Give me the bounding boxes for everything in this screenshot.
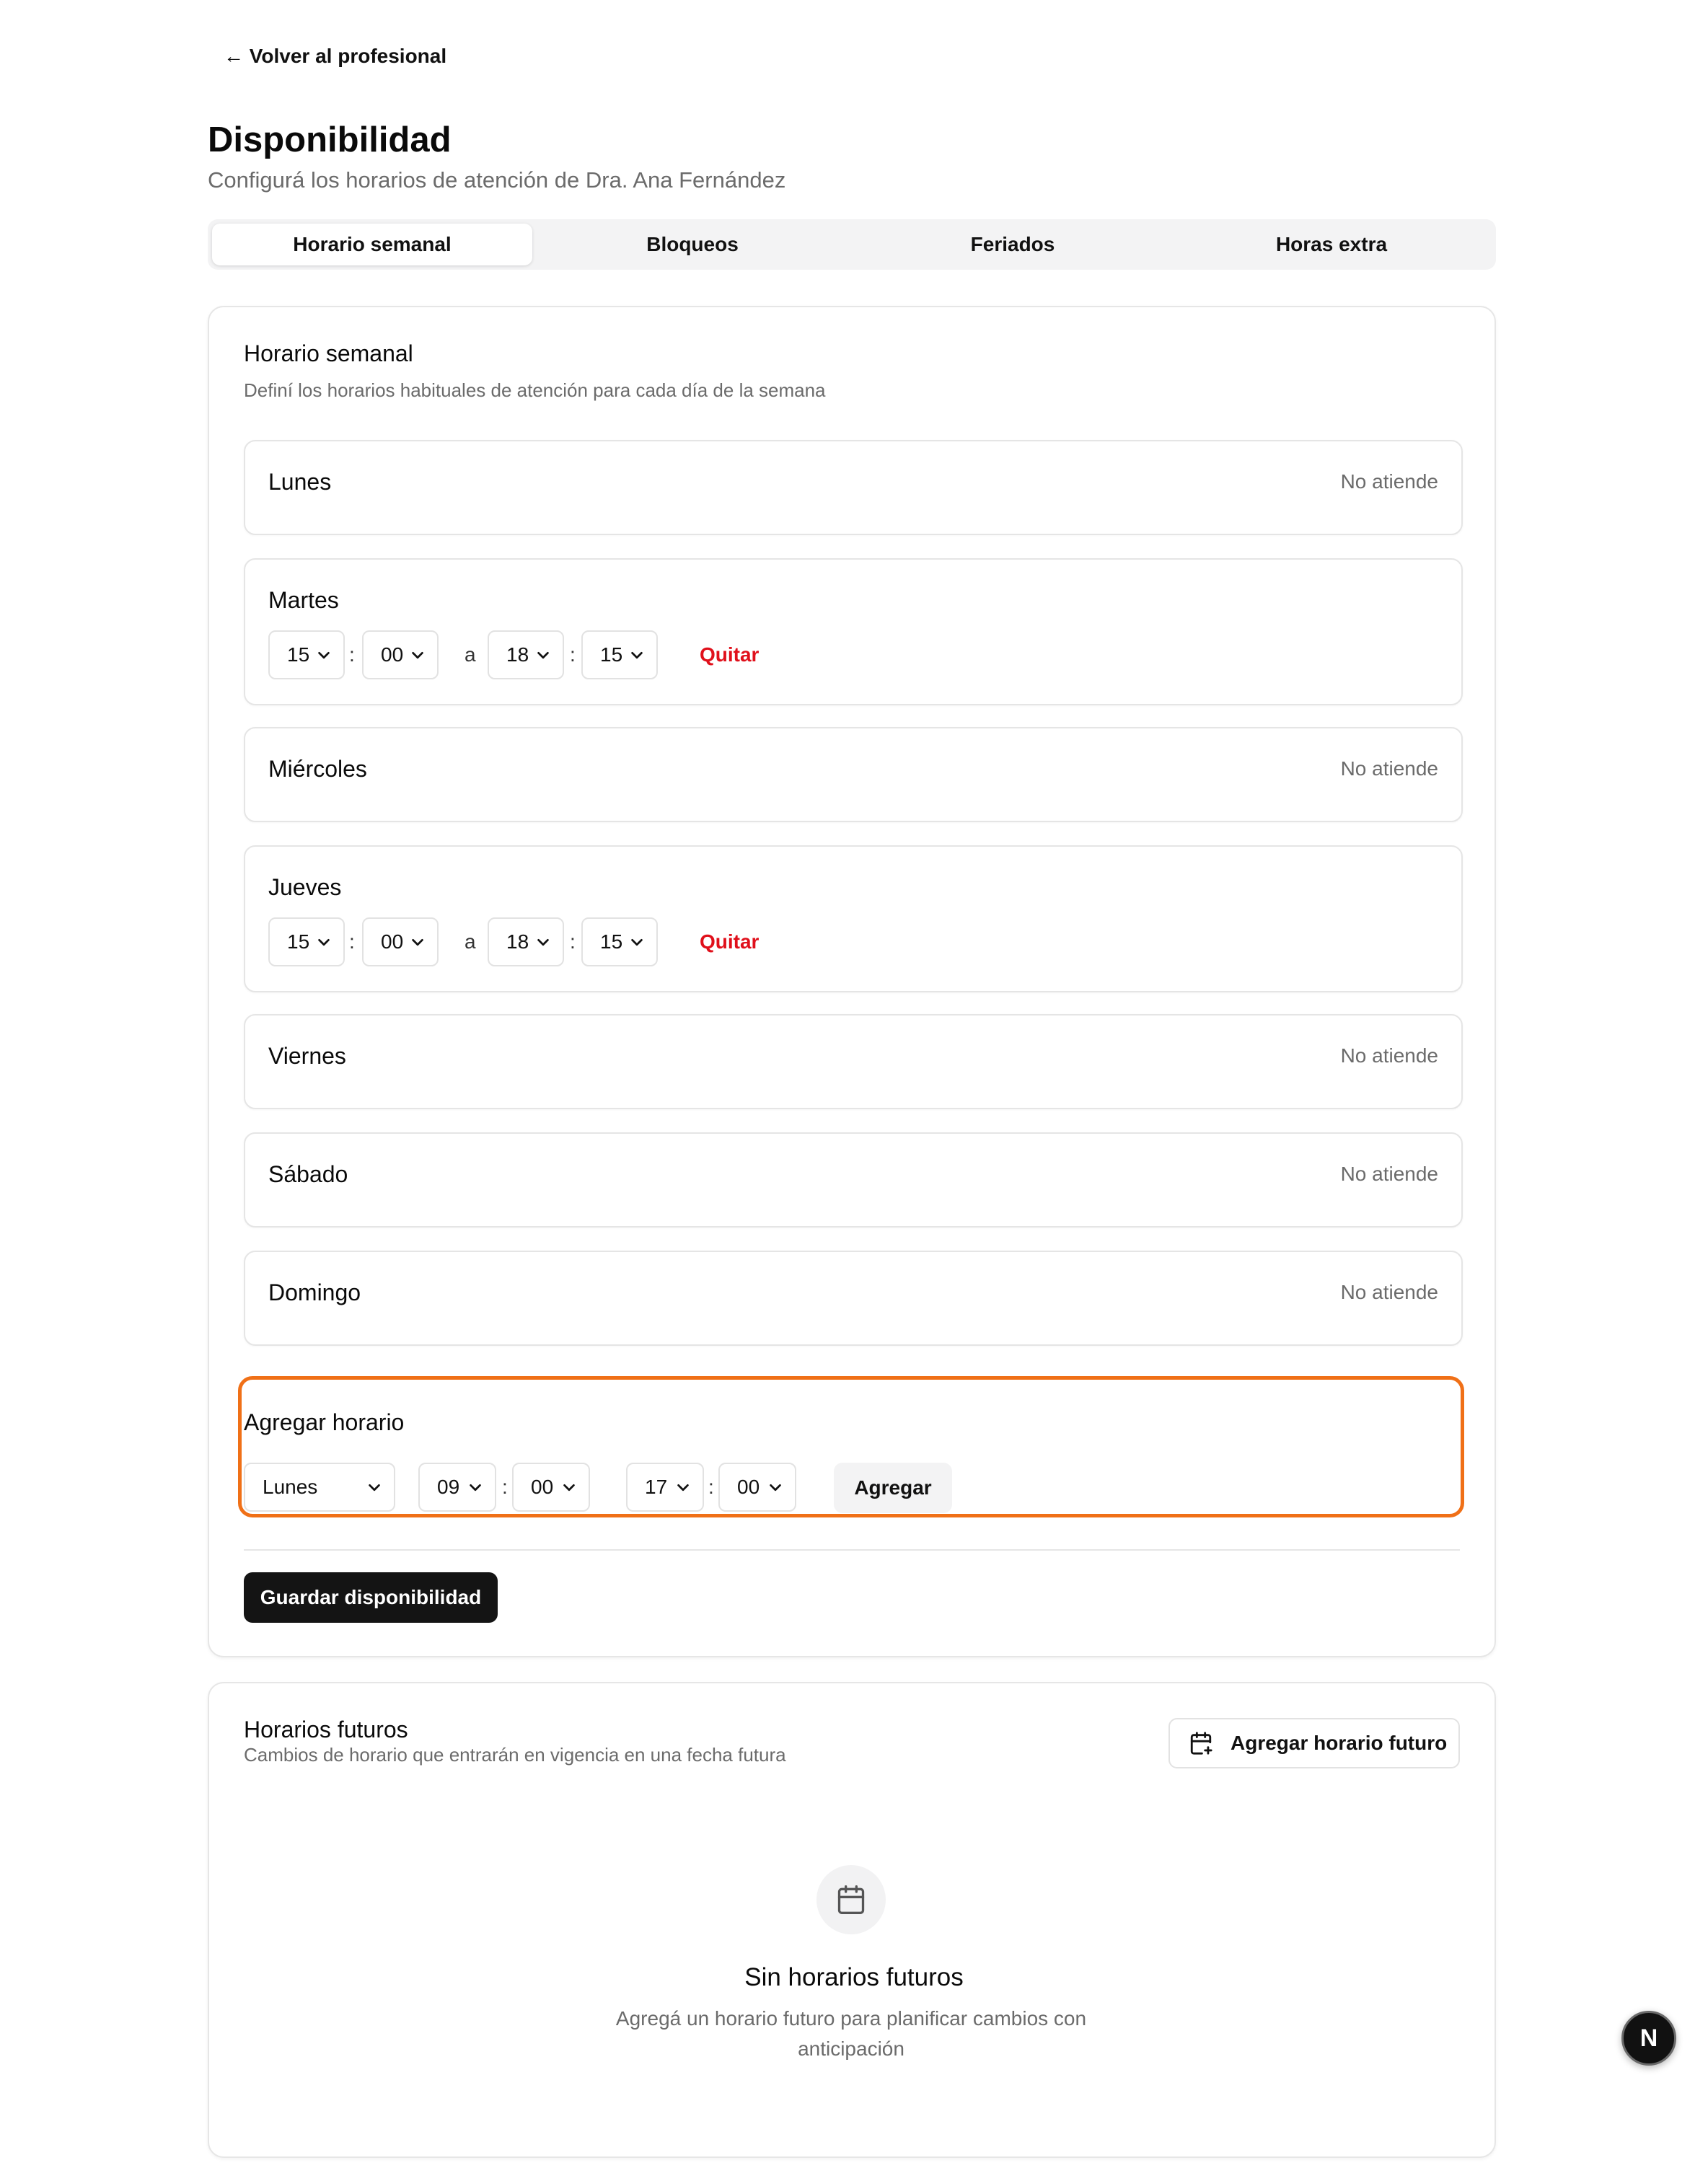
day-status: No atiende — [1340, 470, 1438, 493]
day-row-jueves: Jueves 15 : 00 a 18 : 15 Quitar — [244, 845, 1463, 992]
add-end-minute-select[interactable]: 00 — [718, 1463, 796, 1512]
chevron-down-icon — [563, 1484, 575, 1492]
start-minute-select[interactable]: 00 — [362, 630, 439, 679]
range-separator: a — [465, 643, 476, 666]
save-availability-button[interactable]: Guardar disponibilidad — [244, 1572, 498, 1623]
end-minute-select[interactable]: 15 — [581, 630, 658, 679]
page-title: Disponibilidad — [208, 120, 452, 159]
tab-feriados[interactable]: Feriados — [853, 224, 1173, 265]
day-row-martes: Martes 15 : 00 a 18 : 15 Quitar — [244, 558, 1463, 705]
day-name: Miércoles — [268, 756, 367, 782]
select-value: Lunes — [263, 1476, 318, 1498]
chevron-down-icon — [631, 651, 643, 659]
add-future-schedule-button[interactable]: Agregar horario futuro — [1168, 1718, 1460, 1768]
calendar-plus-icon — [1190, 1732, 1212, 1755]
day-row-lunes: Lunes No atiende — [244, 440, 1463, 535]
end-hour-select[interactable]: 18 — [488, 630, 564, 679]
tab-horas-extra[interactable]: Horas extra — [1171, 224, 1492, 265]
add-schedule-button[interactable]: Agregar — [834, 1463, 952, 1513]
day-row-miercoles: Miércoles No atiende — [244, 727, 1463, 822]
chevron-down-icon — [537, 651, 549, 659]
time-separator: : — [349, 930, 355, 953]
chevron-down-icon — [770, 1484, 781, 1492]
start-minute-select[interactable]: 00 — [362, 917, 439, 966]
end-minute-select[interactable]: 15 — [581, 917, 658, 966]
select-value: 15 — [600, 930, 623, 953]
chevron-down-icon — [537, 938, 549, 946]
add-end-hour-select[interactable]: 17 — [626, 1463, 704, 1512]
select-value: 00 — [737, 1476, 760, 1498]
day-name: Sábado — [268, 1161, 348, 1187]
chevron-down-icon — [369, 1484, 380, 1492]
chevron-down-icon — [318, 651, 330, 659]
select-value: 17 — [645, 1476, 668, 1498]
add-start-hour-select[interactable]: 09 — [418, 1463, 496, 1512]
select-value: 00 — [381, 643, 404, 666]
day-row-sabado: Sábado No atiende — [244, 1132, 1463, 1228]
tabs: Horario semanal Bloqueos Feriados Horas … — [208, 219, 1496, 270]
select-value: 15 — [287, 643, 310, 666]
empty-state-title: Sin horarios futuros — [744, 1963, 964, 1991]
select-value: 15 — [287, 930, 310, 953]
add-schedule-title: Agregar horario — [244, 1409, 405, 1435]
weekly-card-title: Horario semanal — [244, 340, 413, 366]
chevron-down-icon — [412, 938, 423, 946]
start-hour-select[interactable]: 15 — [268, 630, 345, 679]
day-name: Jueves — [268, 874, 342, 900]
add-future-schedule-label: Agregar horario futuro — [1231, 1732, 1448, 1754]
empty-state-description: Agregá un horario futuro para planificar… — [615, 2007, 1087, 2060]
end-hour-select[interactable]: 18 — [488, 917, 564, 966]
add-day-select[interactable]: Lunes — [244, 1463, 395, 1512]
select-value: 00 — [381, 930, 404, 953]
time-separator: : — [570, 930, 576, 953]
remove-slot-button[interactable]: Quitar — [700, 930, 759, 953]
calendar-icon — [837, 1885, 865, 1914]
page-subtitle: Configurá los horarios de atención de Dr… — [208, 167, 786, 193]
day-name: Viernes — [268, 1043, 346, 1069]
day-status: No atiende — [1340, 757, 1438, 780]
tab-horario-semanal[interactable]: Horario semanal — [212, 224, 532, 265]
empty-state-icon-wrap — [816, 1865, 886, 1934]
start-hour-select[interactable]: 15 — [268, 917, 345, 966]
day-name: Lunes — [268, 469, 332, 495]
divider — [244, 1549, 1460, 1551]
time-separator: : — [708, 1476, 714, 1498]
future-card-title: Horarios futuros — [244, 1717, 408, 1742]
weekly-card-description: Definí los horarios habituales de atenci… — [244, 379, 826, 401]
select-value: 15 — [600, 643, 623, 666]
day-name: Domingo — [268, 1279, 361, 1305]
select-value: 00 — [531, 1476, 554, 1498]
select-value: 09 — [437, 1476, 460, 1498]
chevron-down-icon — [631, 938, 643, 946]
day-status: No atiende — [1340, 1163, 1438, 1185]
chevron-down-icon — [412, 651, 423, 659]
select-value: 18 — [506, 643, 529, 666]
time-separator: : — [570, 643, 576, 666]
dev-tools-badge[interactable]: N — [1621, 2011, 1676, 2066]
back-to-professional-link[interactable]: ← Volver al profesional — [224, 45, 446, 68]
tab-bloqueos[interactable]: Bloqueos — [532, 224, 853, 265]
time-separator: : — [502, 1476, 508, 1498]
add-start-minute-select[interactable]: 00 — [512, 1463, 590, 1512]
day-row-viernes: Viernes No atiende — [244, 1014, 1463, 1109]
day-name: Martes — [268, 587, 339, 613]
chevron-down-icon — [470, 1484, 481, 1492]
day-row-domingo: Domingo No atiende — [244, 1251, 1463, 1346]
remove-slot-button[interactable]: Quitar — [700, 643, 759, 666]
time-separator: : — [349, 643, 355, 666]
day-status: No atiende — [1340, 1281, 1438, 1303]
future-card-description: Cambios de horario que entrarán en vigen… — [244, 1744, 786, 1766]
range-separator: a — [465, 930, 476, 953]
day-status: No atiende — [1340, 1044, 1438, 1067]
chevron-down-icon — [677, 1484, 689, 1492]
select-value: 18 — [506, 930, 529, 953]
chevron-down-icon — [318, 938, 330, 946]
